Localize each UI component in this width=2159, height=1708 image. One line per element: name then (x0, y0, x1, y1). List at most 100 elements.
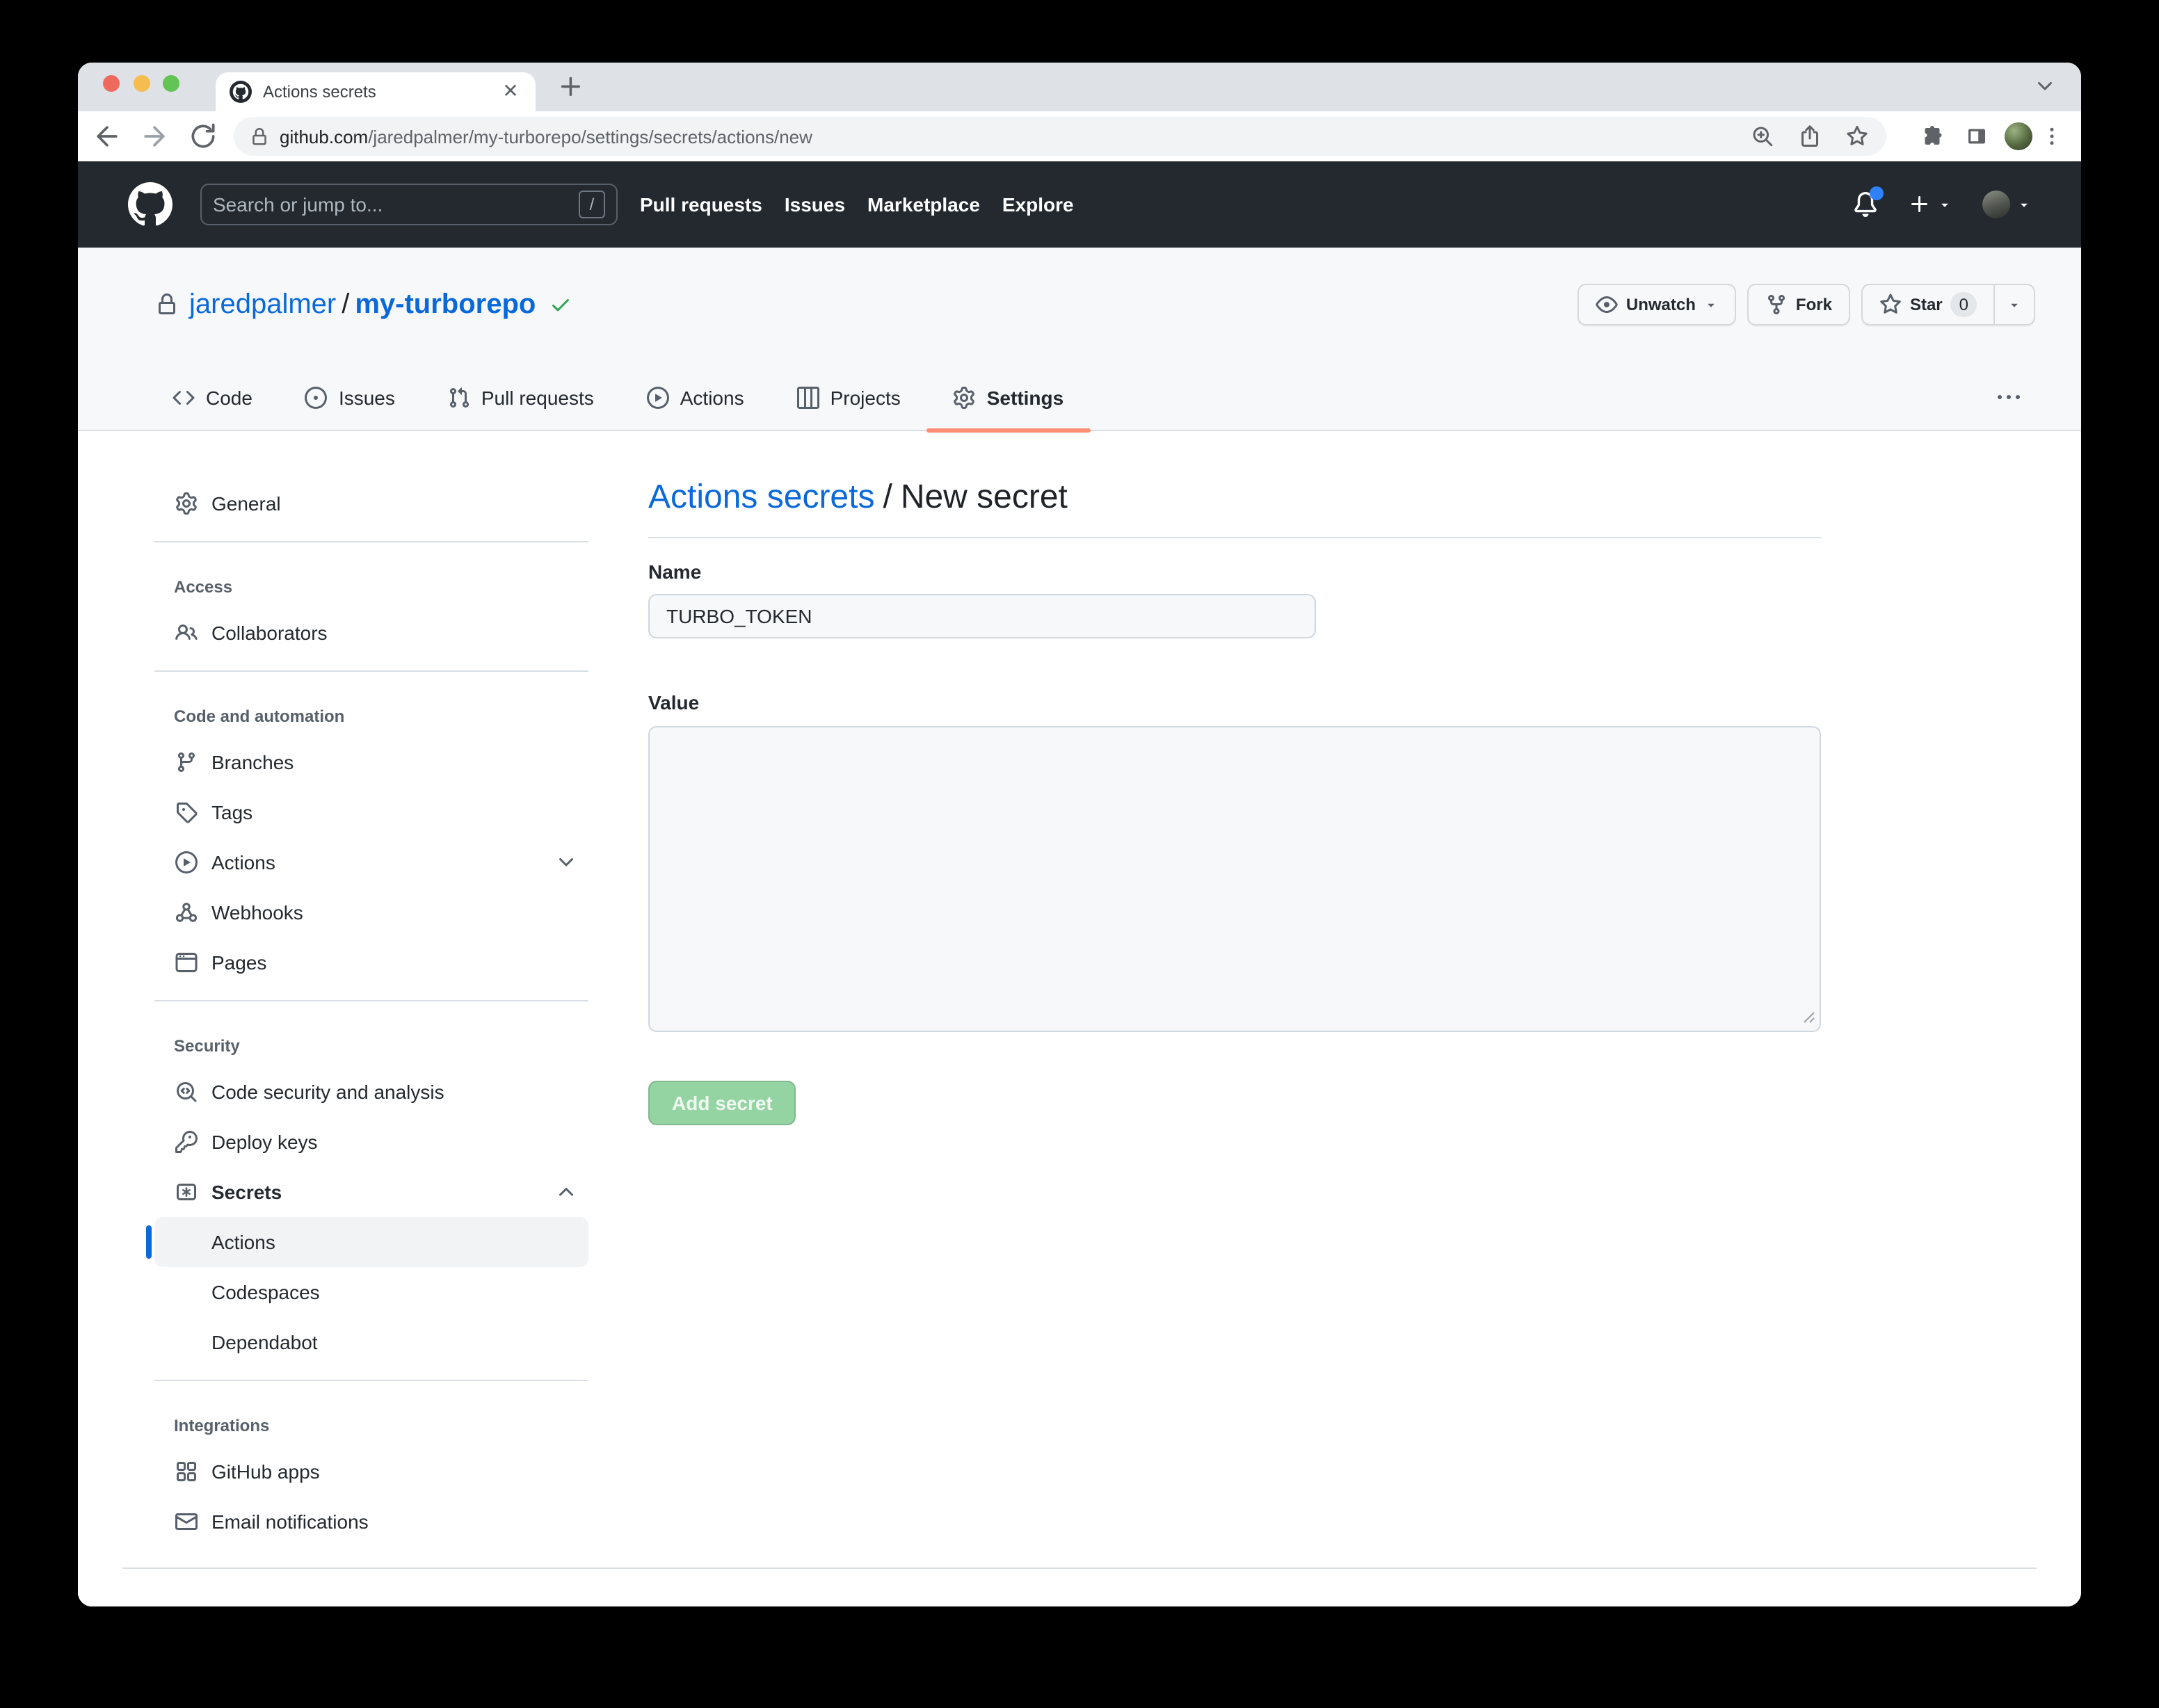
tab-title: Actions secrets (263, 82, 376, 102)
tab-label: Pull requests (481, 387, 594, 409)
back-button[interactable] (92, 121, 122, 152)
user-menu[interactable] (1982, 191, 2031, 218)
chevron-down-icon (555, 851, 577, 873)
forward-button[interactable] (139, 121, 170, 152)
browser-icon (175, 951, 198, 974)
screenshot-stage: Actions secrets ✕ github.com/jaredpalmer… (0, 0, 2159, 1708)
title-divider (648, 537, 1821, 538)
header-nav-explore[interactable]: Explore (1002, 193, 1074, 216)
sidebar-item-label: Deploy keys (211, 1131, 318, 1153)
header-nav-issues[interactable]: Issues (785, 193, 845, 216)
sidebar-item-secrets[interactable]: Secrets (154, 1167, 588, 1217)
window-close-button[interactable] (103, 75, 120, 92)
repo-tab-settings[interactable]: Settings (926, 366, 1091, 433)
tab-search-chevron-icon[interactable] (2034, 75, 2056, 97)
sidebar-item-label: Pages (211, 951, 267, 974)
reload-button[interactable] (188, 121, 218, 152)
create-new-dropdown[interactable] (1909, 193, 1952, 216)
fork-button-group: Fork (1747, 284, 1850, 325)
breadcrumb-separator: / (883, 478, 892, 516)
side-panel-icon[interactable] (1964, 124, 1989, 149)
header-nav-marketplace[interactable]: Marketplace (867, 193, 980, 216)
play-icon (175, 851, 198, 873)
new-tab-button[interactable] (558, 74, 584, 100)
caret-down-icon (2007, 298, 2021, 312)
secrets-icon (175, 1181, 198, 1203)
github-logo-icon[interactable] (128, 182, 172, 227)
codescan-icon (175, 1081, 198, 1103)
browser-tab[interactable]: Actions secrets ✕ (216, 72, 536, 111)
sidebar-item-github-apps[interactable]: GitHub apps (154, 1447, 588, 1497)
repo-tab-code[interactable]: Code (146, 366, 279, 430)
star-button[interactable]: Star 0 (1861, 284, 1995, 325)
settings-page-body: General Access Collaborators Code and autom… (78, 431, 2081, 1606)
sidebar-item-label: Actions (211, 1231, 275, 1253)
notifications-bell-icon[interactable] (1853, 186, 1884, 217)
sidebar-item-tags[interactable]: Tags (154, 787, 588, 837)
sidebar-item-webhooks[interactable]: Webhooks (154, 887, 588, 937)
window-zoom-button[interactable] (163, 75, 179, 92)
tab-label: Settings (986, 387, 1064, 409)
sidebar-item-label: Collaborators (211, 622, 328, 644)
url-domain: github.com (280, 126, 369, 147)
unwatch-button[interactable]: Unwatch (1577, 284, 1736, 325)
sidebar-subitem-actions[interactable]: Actions (146, 1217, 588, 1267)
gear-icon (175, 492, 198, 515)
search-input[interactable] (213, 193, 579, 216)
sidebar-section-access: Access (174, 577, 233, 597)
new-secret-main: Actions secrets/New secret Name Value Ad… (648, 478, 1821, 1606)
button-label: Star (1909, 295, 1943, 314)
webhook-icon (175, 901, 198, 924)
repo-tab-pull-requests[interactable]: Pull requests (422, 366, 620, 430)
repo-tab-issues[interactable]: Issues (279, 366, 422, 430)
secret-value-textarea[interactable] (648, 726, 1821, 1032)
address-bar[interactable]: github.com/jaredpalmer/my-turborepo/sett… (234, 117, 1886, 156)
fork-button[interactable]: Fork (1747, 284, 1850, 325)
sidebar-item-label: Dependabot (211, 1331, 318, 1353)
settings-sidebar: General Access Collaborators Code and autom… (146, 478, 588, 1606)
url-path: /jaredpalmer/my-turborepo/settings/secre… (368, 126, 812, 147)
browser-profile-avatar[interactable] (2005, 122, 2032, 150)
sidebar-item-code-security-and-analysis[interactable]: Code security and analysis (154, 1067, 588, 1117)
add-secret-button[interactable]: Add secret (648, 1081, 796, 1125)
private-repo-lock-icon (156, 293, 178, 316)
sidebar-item-deploy-keys[interactable]: Deploy keys (154, 1117, 588, 1167)
sidebar-item-email-notifications[interactable]: Email notifications (154, 1497, 588, 1547)
star-dropdown-button[interactable] (1995, 284, 2035, 325)
sidebar-item-pages[interactable]: Pages (154, 937, 588, 988)
header-nav-pull-requests[interactable]: Pull requests (640, 193, 762, 216)
repo-owner-link[interactable]: jaredpalmer (189, 289, 336, 319)
repo-tab-projects[interactable]: Projects (771, 366, 927, 430)
secret-name-input[interactable] (648, 594, 1316, 638)
repo-tabs-overflow-kebab-icon[interactable] (1998, 387, 2020, 409)
zoom-in-icon[interactable] (1750, 124, 1775, 149)
extensions-icon[interactable] (1920, 124, 1945, 149)
bookmark-star-icon[interactable] (1845, 124, 1870, 149)
caret-down-icon (2017, 198, 2031, 211)
sidebar-item-label: Webhooks (211, 901, 303, 924)
repo-tab-actions[interactable]: Actions (620, 366, 771, 430)
share-icon[interactable] (1797, 124, 1822, 149)
repo-name-link[interactable]: my-turborepo (355, 289, 536, 319)
browser-menu-kebab-icon[interactable] (2039, 124, 2064, 149)
check-icon (549, 293, 572, 316)
apps-icon (175, 1460, 198, 1483)
eye-icon (1596, 293, 1618, 316)
sidebar-subitem-codespaces[interactable]: Codespaces (154, 1267, 588, 1317)
sidebar-item-general[interactable]: General (154, 478, 588, 529)
window-minimize-button[interactable] (134, 75, 150, 92)
sidebar-subitem-dependabot[interactable]: Dependabot (154, 1317, 588, 1367)
sidebar-item-collaborators[interactable]: Collaborators (154, 608, 588, 658)
sidebar-item-label: Code security and analysis (211, 1081, 444, 1103)
repo-action-buttons: Unwatch Fork Star 0 (1577, 284, 2035, 325)
sidebar-section-code-and-automation: Code and automation (174, 707, 345, 726)
github-search-box[interactable]: / (200, 184, 618, 225)
tab-close-icon[interactable]: ✕ (499, 80, 522, 103)
github-nav: Pull requests Issues Marketplace Explore (640, 193, 1074, 216)
unwatch-button-group: Unwatch (1577, 284, 1736, 325)
sidebar-item-branches[interactable]: Branches (154, 737, 588, 787)
textarea-resize-handle[interactable] (1803, 1011, 1815, 1024)
sidebar-item-actions[interactable]: Actions (154, 837, 588, 887)
browser-window: Actions secrets ✕ github.com/jaredpalmer… (78, 63, 2081, 1606)
actions-secrets-link[interactable]: Actions secrets (648, 478, 874, 516)
